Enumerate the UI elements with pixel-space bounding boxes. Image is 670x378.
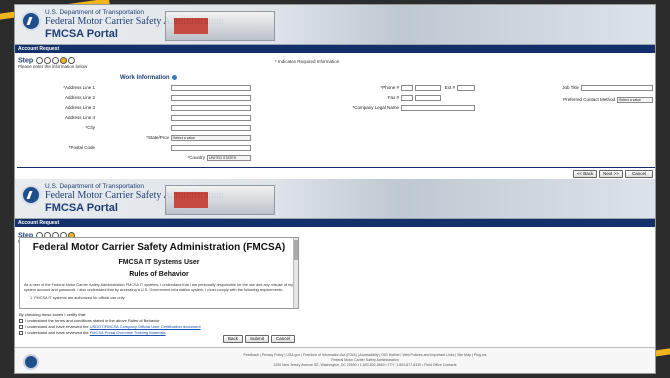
truck-image — [165, 11, 275, 41]
agency-name: U.S. Department of Transportation — [45, 9, 144, 16]
training-materials-link[interactable]: FMCSA Portal Overview Training Materials — [90, 330, 166, 335]
footer: Feedback | Privacy Policy | USA.gov | Fr… — [15, 347, 655, 373]
check-row-2: I understand and have reviewed the USDOT… — [19, 324, 201, 329]
step-circle — [36, 57, 44, 64]
section-title-text: Work Information — [120, 75, 170, 82]
submit-button[interactable]: Submit — [245, 335, 269, 343]
rules-document[interactable]: Federal Motor Carrier Safety Administrat… — [19, 237, 299, 309]
fax-label: Fax # — [387, 95, 399, 100]
country-select[interactable]: UNITED STATES — [207, 155, 251, 161]
address1-input[interactable] — [171, 85, 251, 91]
city-input[interactable] — [171, 125, 251, 131]
agency-name-2: U.S. Department of Transportation — [45, 183, 144, 190]
doc-title: Federal Motor Carrier Safety Administrat… — [32, 242, 286, 253]
portal-name-2: FMCSA Portal — [45, 202, 118, 214]
address1-label: *Address Line 1 — [63, 85, 95, 90]
address4-input[interactable] — [171, 115, 251, 121]
check-row-3: I understand and have reviewed the FMCSA… — [19, 330, 166, 335]
page-bar: Account Request — [15, 45, 655, 53]
contact-method-label: Preferred Contact Method — [563, 97, 615, 102]
doc-paragraph: As a user of the Federal Motor Carrier S… — [24, 283, 293, 292]
help-icon[interactable] — [171, 75, 177, 80]
state-select[interactable]: Select a value — [171, 135, 251, 141]
cancel-button-2[interactable]: Cancel — [271, 335, 295, 343]
footer-text: Feedback | Privacy Policy | USA.gov | Fr… — [135, 353, 595, 368]
checkbox-2[interactable] — [19, 324, 23, 329]
scroll-thumb[interactable] — [294, 240, 298, 260]
certify-text: By checking these boxes I certify that: — [19, 312, 87, 317]
address3-label: Address Line 3 — [64, 105, 95, 110]
section-title: Work Information — [120, 75, 177, 81]
instruction-text: Please enter the information below — [18, 64, 88, 70]
fax-area-input[interactable] — [401, 95, 413, 101]
address2-input[interactable] — [171, 95, 251, 101]
check-row-1: I understand the terms and conditions st… — [19, 318, 160, 323]
job-title-input[interactable] — [581, 85, 653, 91]
step-circle — [44, 57, 52, 64]
city-label: *City — [85, 125, 95, 130]
account-request-form: Step Please enter the information below … — [15, 53, 655, 179]
state-label: *State/Prov — [146, 135, 169, 140]
company-input[interactable] — [401, 105, 475, 111]
dot-seal-icon — [21, 185, 41, 205]
ext-label: Ext # — [444, 85, 455, 90]
back-button-2[interactable]: Back — [223, 335, 243, 343]
company-label: *Company Legal Name — [352, 105, 399, 110]
dot-seal-icon — [23, 354, 39, 370]
header-banner: U.S. Department of Transportation Federa… — [15, 5, 655, 45]
checkbox-3[interactable] — [19, 330, 23, 335]
step-circle-active — [60, 57, 68, 64]
check3-label: I understand and have reviewed the — [25, 330, 90, 335]
check1-label: I understand the terms and conditions st… — [25, 318, 160, 323]
contact-method-select[interactable]: Select a value — [617, 97, 653, 103]
screenshot-sheet: U.S. Department of Transportation Federa… — [14, 4, 656, 374]
postal-label: *Postal Code — [68, 145, 95, 150]
phone-area-input[interactable] — [401, 85, 413, 91]
doc-subtitle: FMCSA IT Systems User — [118, 259, 200, 266]
portal-name: FMCSA Portal — [45, 28, 118, 40]
phone-number-input[interactable] — [415, 85, 441, 91]
doc-scrollbar[interactable] — [293, 238, 298, 308]
dot-seal-icon — [21, 11, 41, 31]
fax-number-input[interactable] — [415, 95, 441, 101]
address2-label: Address Line 2 — [64, 95, 95, 100]
required-note: * Indicates Required Information — [275, 59, 340, 64]
doc-rules-heading: Rules of Behavior — [129, 271, 189, 278]
country-label: *Country — [187, 155, 205, 160]
truck-image — [165, 185, 275, 215]
next-button[interactable]: Next >> — [599, 170, 623, 178]
header-banner-2: U.S. Department of Transportation Federa… — [15, 179, 655, 219]
step-circle — [52, 57, 60, 64]
address4-label: Address Line 4 — [64, 115, 95, 120]
job-title-label: Job Title — [562, 85, 579, 90]
cancel-button[interactable]: Cancel — [625, 170, 653, 178]
footer-address-2: 1200 New Jersey Avenue SE, Washington, D… — [273, 363, 457, 367]
check2-label: I understand and have reviewed the — [25, 324, 90, 329]
step-label: Step — [18, 57, 34, 65]
ext-input[interactable] — [457, 85, 475, 91]
presentation-frame: U.S. Department of Transportation Federa… — [0, 0, 670, 378]
checkbox-1[interactable] — [19, 318, 23, 323]
page-bar-2: Account Request — [15, 219, 655, 227]
divider — [17, 167, 655, 168]
step-circle — [68, 57, 76, 64]
certification-doc-link[interactable]: USDOT/FMCSA Company Official User Certif… — [90, 324, 201, 329]
back-button[interactable]: << Back — [573, 170, 597, 178]
address3-input[interactable] — [171, 105, 251, 111]
phone-label: *Phone # — [380, 85, 399, 90]
doc-list-item: 1. FMCSA IT systems are authorized for o… — [30, 296, 126, 300]
postal-input[interactable] — [171, 145, 251, 151]
